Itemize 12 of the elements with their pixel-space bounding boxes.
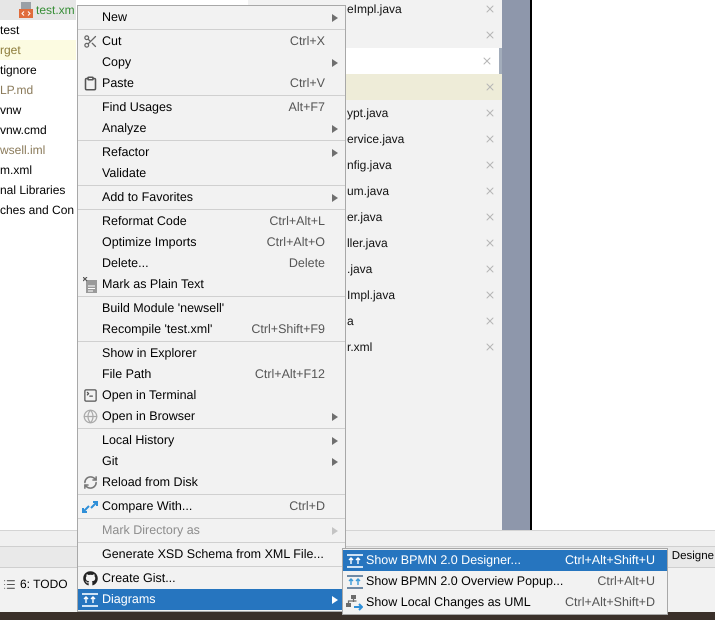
file-name: er.java <box>347 209 382 226</box>
file-name: ervice.java <box>347 131 404 148</box>
file-name: a <box>347 313 354 330</box>
file-name: ller.java <box>347 235 388 252</box>
file-name: nfig.java <box>347 157 392 174</box>
file-name: eImpl.java <box>347 1 402 18</box>
file-name: .java <box>347 261 372 278</box>
file-name: r.xml <box>347 339 372 356</box>
file-name: Impl.java <box>347 287 396 304</box>
file-name: um.java <box>347 183 390 200</box>
tab-label: test.xm <box>36 2 75 19</box>
file-name: ypt.java <box>347 105 388 122</box>
